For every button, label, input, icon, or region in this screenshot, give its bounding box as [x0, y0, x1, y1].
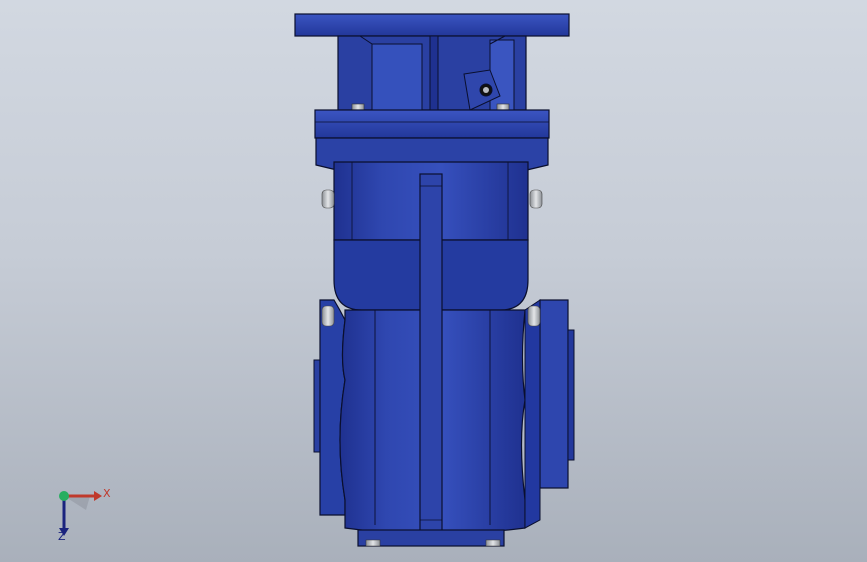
central-rib	[419, 173, 443, 537]
graphics-viewport[interactable]: X Z	[0, 0, 867, 562]
top-flange	[294, 13, 570, 37]
y-axis-dot	[59, 491, 69, 501]
x-axis-label: X	[103, 487, 111, 500]
gearbox-model[interactable]	[0, 0, 867, 562]
motor-adapter	[337, 35, 527, 111]
z-axis-label: Z	[58, 530, 66, 543]
output-bearing-right	[539, 299, 575, 489]
base-foot	[357, 529, 505, 547]
